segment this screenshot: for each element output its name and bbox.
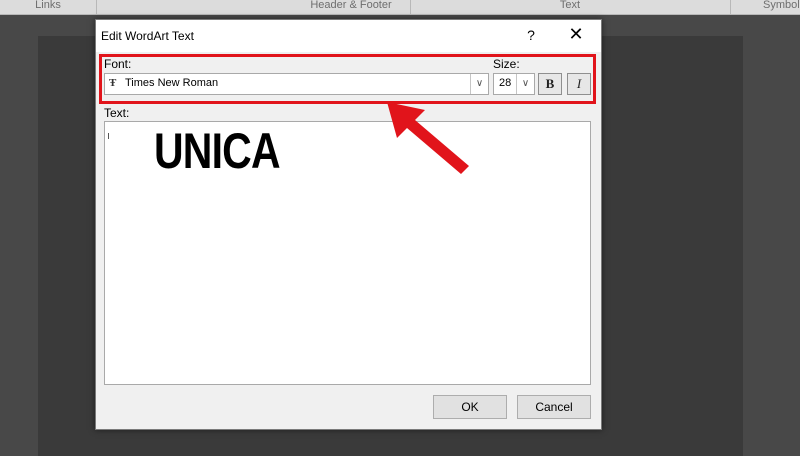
ribbon-group-header-footer: Header & Footer (292, 0, 411, 14)
wordart-text-input[interactable]: UNICA (104, 121, 591, 385)
ok-button[interactable]: OK (433, 395, 507, 419)
edit-wordart-dialog: Edit WordArt Text ? ✕ Font: Ŧ Times New … (95, 19, 602, 430)
ribbon-group-links: Links (0, 0, 97, 14)
help-button[interactable]: ? (524, 27, 538, 43)
red-highlight-box (99, 54, 596, 104)
cancel-button[interactable]: Cancel (517, 395, 591, 419)
ribbon-group-labels: Links Header & Footer Text Symbol (0, 0, 800, 15)
text-caret (108, 133, 109, 139)
text-label: Text: (104, 106, 130, 120)
ribbon-group-text: Text (410, 0, 731, 14)
wordart-text-value: UNICA (154, 123, 281, 179)
red-arrow-icon (387, 102, 469, 174)
ribbon-group-symbol: Symbol (733, 0, 800, 14)
close-button[interactable]: ✕ (566, 25, 586, 45)
dialog-title: Edit WordArt Text (101, 29, 194, 43)
dialog-titlebar[interactable]: Edit WordArt Text ? ✕ (96, 20, 601, 52)
